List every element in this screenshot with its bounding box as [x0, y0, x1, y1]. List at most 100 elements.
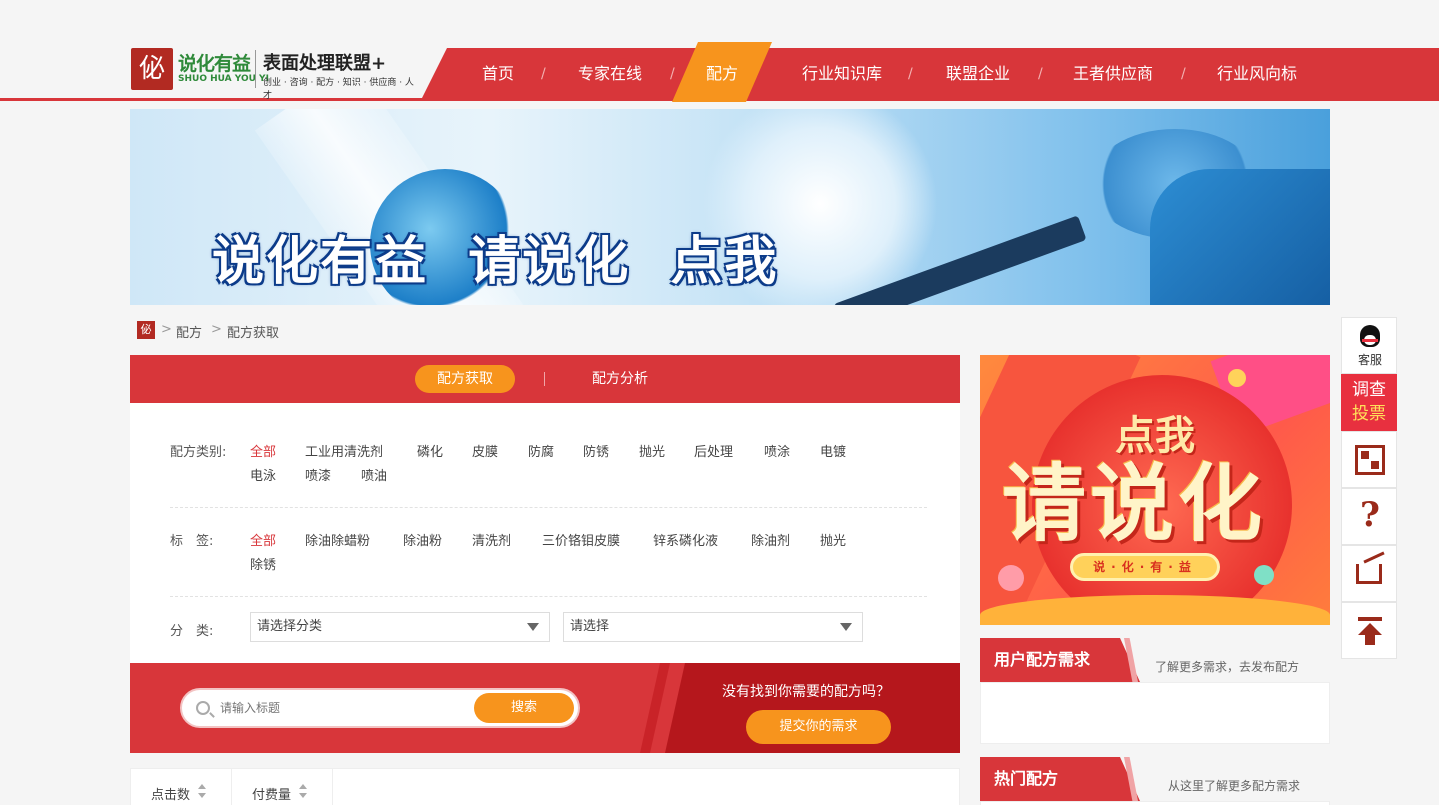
sort-icon[interactable]	[299, 784, 307, 804]
column-divider	[332, 768, 333, 805]
breadcrumb-item-formula[interactable]: 配方	[176, 322, 202, 341]
breadcrumb-separator: >	[161, 322, 172, 337]
chevron-down-icon	[840, 623, 852, 631]
chevron-down-icon	[527, 623, 539, 631]
search-icon	[196, 701, 210, 715]
float-survey-line2: 投票	[1352, 404, 1386, 424]
category-item[interactable]: 喷漆	[305, 465, 331, 484]
demand-title[interactable]: 用户配方需求	[980, 638, 1140, 682]
demand-block	[980, 682, 1330, 744]
nav-item-trends[interactable]: 行业风向标	[1210, 48, 1304, 100]
tag-item[interactable]: 全部	[250, 530, 276, 549]
nav-separator: /	[670, 66, 675, 82]
classify-label: 分 类:	[170, 624, 214, 639]
tag-item[interactable]: 锌系磷化液	[653, 530, 718, 549]
tab-formula-analysis[interactable]: 配方分析	[592, 365, 648, 393]
tab-formula-get[interactable]: 配方获取	[415, 365, 515, 393]
tab-bar	[130, 355, 960, 403]
nav-item-suppliers[interactable]: 王者供应商	[1066, 48, 1160, 100]
site-logo[interactable]: 佖 说化有益 SHUO HUA YOU YI 表面处理联盟+ 创业 · 咨询 ·…	[131, 46, 421, 101]
back-to-top-arrow	[1358, 623, 1382, 635]
hero-banner[interactable]: 说化有益 请说化 点我	[130, 109, 1330, 305]
category-item[interactable]: 喷涂	[764, 441, 790, 460]
column-paid[interactable]: 付费量	[252, 784, 291, 803]
float-service-label: 客服	[1357, 353, 1382, 367]
demand-note[interactable]: 了解更多需求，去发布配方	[1155, 658, 1299, 675]
nav-item-home[interactable]: 首页	[466, 48, 530, 100]
nav-separator: /	[1038, 66, 1043, 82]
submit-demand-button[interactable]: 提交你的需求	[746, 710, 891, 744]
qq-icon	[1360, 325, 1380, 347]
nav-separator: /	[541, 66, 546, 82]
tab-divider	[544, 372, 545, 386]
ad-dot	[1228, 369, 1246, 387]
qrcode-icon	[1355, 445, 1385, 475]
nav-separator: /	[1181, 66, 1186, 82]
logo-alliance: 表面处理联盟+	[263, 53, 387, 74]
tag-item[interactable]: 除油剂	[751, 530, 790, 549]
sort-icon[interactable]	[198, 784, 206, 804]
search-input[interactable]	[220, 699, 470, 717]
share-icon	[1356, 564, 1382, 584]
banner-slogan: 说化有益 请说化 点我	[212, 232, 779, 292]
hot-block	[980, 801, 1330, 805]
category-item[interactable]: 电镀	[820, 441, 846, 460]
logo-name: 说化有益	[178, 53, 251, 75]
category-item[interactable]: 电泳	[250, 465, 276, 484]
ad-dot	[1254, 565, 1274, 585]
question-icon: ?	[1360, 495, 1380, 535]
category-select-value: 请选择分类	[257, 619, 323, 634]
logo-seal-icon: 佖	[131, 48, 173, 90]
banner-glove	[1150, 169, 1330, 305]
not-found-text: 没有找到你需要的配方吗？	[722, 684, 890, 700]
float-share[interactable]	[1341, 545, 1397, 602]
column-clicks[interactable]: 点击数	[151, 784, 190, 803]
filter-divider	[170, 596, 927, 597]
category-item[interactable]: 工业用清洗剂	[305, 441, 383, 460]
tag-item[interactable]: 三价铬钼皮膜	[542, 530, 620, 549]
ad-dot	[998, 565, 1024, 591]
subcategory-select[interactable]: 请选择	[563, 612, 863, 642]
category-item[interactable]: 抛光	[639, 441, 665, 460]
float-back-to-top[interactable]	[1341, 602, 1397, 659]
back-to-top-stem	[1365, 635, 1375, 645]
hot-note[interactable]: 从这里了解更多配方需求	[1168, 777, 1300, 794]
float-survey[interactable]: 调查 投票	[1341, 374, 1397, 431]
nav-item-formula[interactable]: 配方	[690, 48, 754, 100]
subcategory-select-value: 请选择	[570, 619, 610, 634]
breadcrumb-separator: >	[211, 322, 222, 337]
category-item[interactable]: 防腐	[528, 441, 554, 460]
breadcrumb-home-icon[interactable]: 佖	[137, 321, 155, 339]
nav-item-alliance[interactable]: 联盟企业	[938, 48, 1018, 100]
tag-item[interactable]: 清洗剂	[472, 530, 511, 549]
float-help[interactable]: ?	[1341, 488, 1397, 545]
category-item[interactable]: 全部	[250, 441, 276, 460]
ad-wave	[980, 595, 1330, 625]
nav-separator: /	[908, 66, 913, 82]
category-item[interactable]: 磷化	[417, 441, 443, 460]
tag-item[interactable]: 抛光	[820, 530, 846, 549]
nav-item-experts[interactable]: 专家在线	[570, 48, 650, 100]
category-item[interactable]: 皮膜	[472, 441, 498, 460]
promo-ad[interactable]: 点我 请说化 说·化·有·益	[980, 355, 1330, 625]
nav-item-knowledge[interactable]: 行业知识库	[795, 48, 889, 100]
float-survey-line1: 调查	[1352, 380, 1386, 400]
tag-item[interactable]: 除油除蜡粉	[305, 530, 370, 549]
filter-divider	[170, 507, 927, 508]
column-divider	[231, 768, 232, 805]
hot-title[interactable]: 热门配方	[980, 757, 1140, 801]
category-item[interactable]: 防锈	[583, 441, 609, 460]
ad-pill: 说·化·有·益	[1070, 553, 1220, 581]
tag-item[interactable]: 除油粉	[403, 530, 442, 549]
category-item[interactable]: 后处理	[694, 441, 733, 460]
category-item[interactable]: 喷油	[361, 465, 387, 484]
category-select[interactable]: 请选择分类	[250, 612, 550, 642]
tag-item[interactable]: 除锈	[250, 554, 276, 573]
band-stripe	[640, 663, 670, 753]
logo-divider	[255, 50, 256, 88]
float-qrcode[interactable]	[1341, 431, 1397, 488]
search-button[interactable]: 搜索	[474, 693, 574, 723]
logo-tagline: 创业 · 咨询 · 配方 · 知识 · 供应商 · 人才	[263, 78, 414, 101]
float-service[interactable]: 客服	[1341, 317, 1397, 374]
ad-headline-large: 请说化	[1002, 455, 1267, 553]
